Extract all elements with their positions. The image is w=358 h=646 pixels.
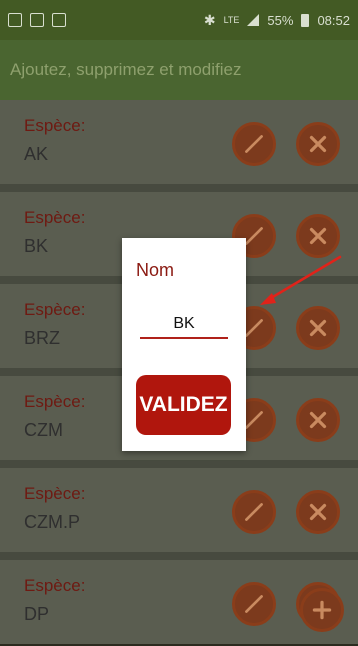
signal-icon: [247, 14, 260, 26]
close-icon: [309, 503, 327, 521]
annotation-arrow: [260, 255, 342, 305]
add-button[interactable]: [300, 588, 344, 632]
species-value: DP: [24, 604, 50, 624]
name-input[interactable]: [140, 311, 228, 339]
delete-button[interactable]: [296, 398, 340, 442]
delete-button[interactable]: [296, 122, 340, 166]
image-notification-icon: [52, 13, 66, 27]
species-label: Espèce:: [24, 116, 86, 135]
list-item: Espèce: CZM.P: [0, 460, 358, 552]
species-label: Espèce:: [24, 576, 86, 595]
network-type: LTE: [223, 14, 240, 25]
status-indicators: ✱ LTE 55% 08:52: [204, 12, 350, 29]
pencil-icon: [245, 135, 263, 153]
species-value: BK: [24, 236, 49, 256]
delete-button[interactable]: [296, 490, 340, 534]
gallery-notification-icon: [8, 13, 22, 27]
close-icon: [309, 319, 327, 337]
status-notifications: [8, 13, 66, 27]
list-item: Espèce: AK: [0, 100, 358, 184]
app-header: Ajoutez, supprimez et modifiez: [0, 40, 358, 100]
pencil-icon: [245, 595, 263, 613]
edit-button[interactable]: [232, 582, 276, 626]
validate-button[interactable]: VALIDEZ: [136, 375, 231, 435]
species-label: Espèce:: [24, 208, 86, 227]
dialog-title: Nom: [136, 260, 175, 280]
status-bar: ✱ LTE 55% 08:52: [0, 0, 358, 40]
delete-button[interactable]: [296, 214, 340, 258]
close-icon: [309, 227, 327, 245]
bluetooth-icon: ✱: [203, 11, 216, 28]
species-value: CZM.P: [24, 512, 80, 532]
close-icon: [309, 411, 327, 429]
battery-percent: 55%: [267, 12, 294, 28]
app-screen: ✱ LTE 55% 08:52 Ajoutez, supprimez et mo…: [0, 0, 358, 646]
pencil-icon: [245, 503, 263, 521]
species-value: CZM: [24, 420, 63, 440]
clock: 08:52: [317, 12, 350, 28]
species-label: Espèce:: [24, 484, 86, 503]
edit-button[interactable]: [232, 490, 276, 534]
cast-notification-icon: [30, 13, 44, 27]
edit-button[interactable]: [232, 122, 276, 166]
species-value: BRZ: [24, 328, 60, 348]
battery-icon: [301, 13, 310, 27]
delete-button[interactable]: [296, 306, 340, 350]
header-title: Ajoutez, supprimez et modifiez: [10, 60, 242, 79]
close-icon: [309, 135, 327, 153]
species-label: Espèce:: [24, 300, 86, 319]
name-dialog: Nom VALIDEZ: [122, 238, 246, 451]
species-value: AK: [24, 144, 49, 164]
plus-icon: [312, 600, 332, 620]
species-label: Espèce:: [24, 392, 86, 411]
